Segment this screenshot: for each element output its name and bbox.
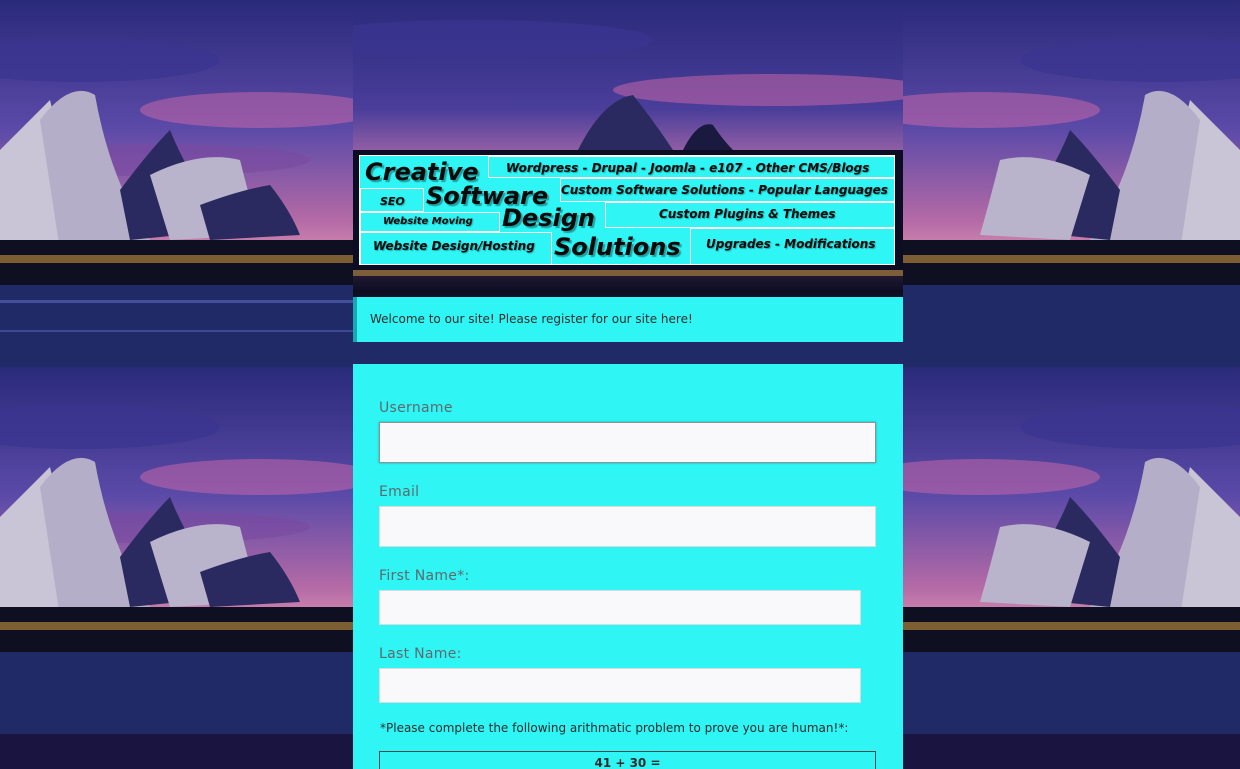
- logo-tag-cms: Wordpress - Drupal - Joomla - e107 - Oth…: [506, 161, 870, 175]
- site-logo-banner[interactable]: Creative Software Design Solutions Wordp…: [353, 150, 903, 270]
- opera-house-icon: [0, 367, 353, 734]
- email-input[interactable]: [379, 506, 876, 547]
- registration-form: Username Email First Name*: Last Name: *…: [353, 364, 903, 769]
- username-label: Username: [379, 400, 453, 416]
- site-logo: Creative Software Design Solutions Wordp…: [359, 155, 895, 265]
- logo-word-creative: Creative: [365, 158, 479, 186]
- logo-word-solutions: Solutions: [554, 233, 681, 261]
- logo-tag-hosting: Website Design/Hosting: [373, 239, 535, 253]
- first-name-input[interactable]: [379, 590, 861, 625]
- welcome-notice: Welcome to our site! Please register for…: [353, 297, 903, 342]
- opera-house-icon: [0, 0, 353, 367]
- background-tile-bottom-left: [0, 367, 353, 734]
- captcha-problem: 41 + 30 =: [594, 756, 661, 769]
- opera-house-icon: [903, 0, 1240, 367]
- captcha-prompt: *Please complete the following arithmati…: [380, 721, 849, 735]
- email-label: Email: [379, 484, 420, 500]
- logo-tag-upgrades: Upgrades - Modifications: [706, 237, 876, 251]
- username-input[interactable]: [379, 422, 876, 463]
- last-name-label: Last Name:: [379, 646, 462, 662]
- background-tile-top-left: [0, 0, 353, 367]
- logo-word-design: Design: [502, 204, 595, 232]
- last-name-input[interactable]: [379, 668, 861, 703]
- logo-tag-seo: SEO: [380, 195, 405, 208]
- welcome-message: Welcome to our site! Please register for…: [370, 312, 693, 326]
- background-tile-bottom-right: [903, 367, 1240, 734]
- logo-tag-custom-software: Custom Software Solutions - Popular Lang…: [561, 183, 888, 197]
- background-tile-top-right: [903, 0, 1240, 367]
- logo-tag-moving: Website Moving: [383, 216, 473, 227]
- first-name-label: First Name*:: [379, 568, 470, 584]
- logo-tag-plugins: Custom Plugins & Themes: [659, 207, 836, 221]
- opera-house-icon: [903, 367, 1240, 734]
- captcha-box: 41 + 30 =: [379, 751, 876, 769]
